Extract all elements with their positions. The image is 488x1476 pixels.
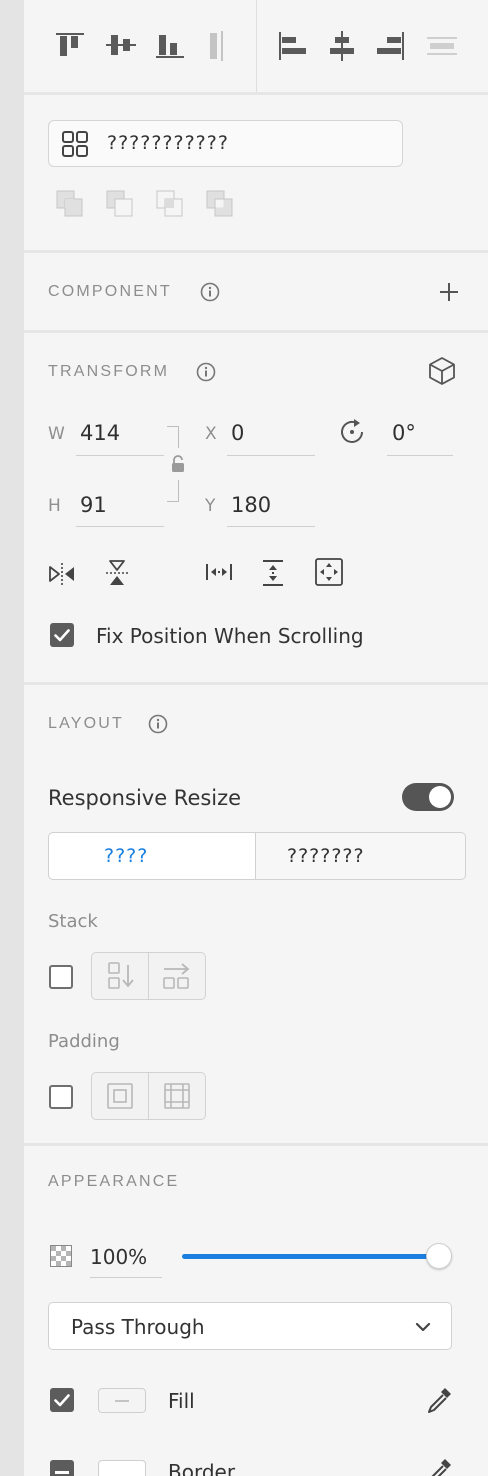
left-gutter [0, 0, 24, 1476]
segment-auto[interactable]: ???? [49, 833, 256, 879]
opacity-value[interactable]: 100% [90, 1245, 147, 1269]
flip-horizontal-icon[interactable] [48, 560, 76, 588]
x-label: X [205, 424, 217, 444]
divider [24, 1143, 488, 1146]
mixed-dash [55, 1471, 69, 1474]
segment-manual-label: ??????? [287, 845, 365, 867]
distribute-horizontal-icon[interactable] [426, 30, 458, 62]
repeat-grid-icon [62, 131, 88, 157]
distribute-vertical-icon[interactable] [204, 30, 236, 62]
padding-separator [148, 1073, 149, 1119]
padding-label: Padding [48, 1031, 120, 1052]
align-bottom-icon[interactable] [154, 30, 186, 62]
align-top-icon[interactable] [54, 30, 86, 62]
info-icon[interactable] [196, 362, 216, 382]
fill-label: Fill [168, 1389, 195, 1413]
stack-separator [148, 953, 149, 999]
stack-direction-group [91, 952, 206, 1000]
fill-swatch[interactable] [98, 1388, 146, 1413]
lock-bracket [167, 426, 179, 448]
align-separator [256, 0, 257, 92]
lock-bracket [167, 480, 179, 502]
align-middle-icon[interactable] [105, 30, 137, 62]
properties-panel: ??????????? COMPONENT TRANSFORM W 414 X … [24, 0, 488, 1476]
repeat-grid-label: ??????????? [107, 132, 229, 154]
align-center-icon[interactable] [326, 30, 358, 62]
3d-transform-icon[interactable] [427, 356, 457, 386]
divider [24, 92, 488, 95]
padding-checkbox[interactable] [49, 1085, 73, 1109]
appearance-title: APPEARANCE [48, 1173, 180, 1190]
border-checkbox[interactable] [50, 1460, 74, 1476]
transform-title: TRANSFORM [48, 363, 170, 380]
height-underline [76, 526, 164, 527]
info-icon[interactable] [148, 714, 168, 734]
align-left-icon[interactable] [276, 30, 308, 62]
intersect-icon[interactable] [156, 190, 184, 218]
opacity-slider-handle[interactable] [426, 1243, 452, 1269]
x-value[interactable]: 0 [231, 421, 244, 445]
repeat-grid-button[interactable]: ??????????? [48, 120, 403, 167]
width-value[interactable]: 414 [80, 421, 120, 445]
fix-position-label: Fix Position When Scrolling [96, 624, 364, 648]
responsive-resize-label: Responsive Resize [48, 786, 242, 810]
rotate-icon [337, 417, 367, 447]
rotation-underline [387, 455, 453, 456]
y-label: Y [205, 496, 216, 516]
union-icon[interactable] [56, 190, 84, 218]
resize-mode-segmented: ???? ??????? [48, 832, 466, 880]
flip-vertical-icon[interactable] [103, 559, 131, 587]
eyedropper-icon[interactable] [424, 1385, 454, 1415]
border-swatch[interactable] [98, 1460, 146, 1476]
responsive-resize-toggle[interactable] [402, 783, 454, 811]
fit-height-icon[interactable] [259, 558, 287, 588]
padding-individual-icon[interactable] [163, 1082, 191, 1110]
fit-width-icon[interactable] [204, 558, 234, 586]
x-underline [227, 455, 315, 456]
height-value[interactable]: 91 [80, 493, 107, 517]
blend-mode-select[interactable]: Pass Through [48, 1302, 452, 1350]
align-right-icon[interactable] [375, 30, 407, 62]
blend-mode-value: Pass Through [71, 1315, 205, 1339]
fill-swatch-mixed-icon [115, 1400, 129, 1402]
width-label: W [48, 424, 65, 444]
opacity-slider-track[interactable] [182, 1243, 452, 1269]
rotation-value[interactable]: 0° [392, 421, 416, 445]
layout-title: LAYOUT [48, 715, 125, 732]
toggle-knob [429, 786, 451, 808]
y-underline [227, 526, 315, 527]
component-title: COMPONENT [48, 283, 172, 300]
fill-checkbox[interactable] [50, 1388, 74, 1412]
info-icon[interactable] [200, 282, 220, 302]
divider [24, 250, 488, 253]
width-underline [76, 455, 164, 456]
stack-horizontal-icon[interactable] [162, 961, 192, 991]
subtract-icon[interactable] [106, 190, 134, 218]
border-label: Border [168, 1460, 236, 1476]
stack-label: Stack [48, 911, 98, 932]
padding-mode-group [91, 1072, 206, 1120]
segment-manual[interactable]: ??????? [257, 833, 465, 879]
opacity-slider-fill [182, 1254, 452, 1259]
add-component-icon[interactable] [439, 282, 459, 302]
divider [24, 330, 488, 333]
stack-checkbox[interactable] [49, 965, 73, 989]
exclude-icon[interactable] [206, 190, 234, 218]
segment-auto-label: ???? [104, 845, 149, 867]
divider [24, 682, 488, 685]
fit-content-icon[interactable] [314, 557, 344, 587]
unlock-icon[interactable] [170, 454, 186, 474]
padding-uniform-icon[interactable] [106, 1082, 134, 1110]
chevron-down-icon [415, 1319, 431, 1335]
fix-position-checkbox[interactable] [50, 623, 74, 647]
y-value[interactable]: 180 [231, 493, 271, 517]
opacity-underline [90, 1277, 162, 1278]
eyedropper-icon[interactable] [424, 1456, 454, 1476]
align-toolbar [24, 0, 488, 92]
opacity-checker-icon [50, 1245, 72, 1267]
stack-vertical-icon[interactable] [106, 961, 136, 991]
height-label: H [48, 496, 61, 516]
